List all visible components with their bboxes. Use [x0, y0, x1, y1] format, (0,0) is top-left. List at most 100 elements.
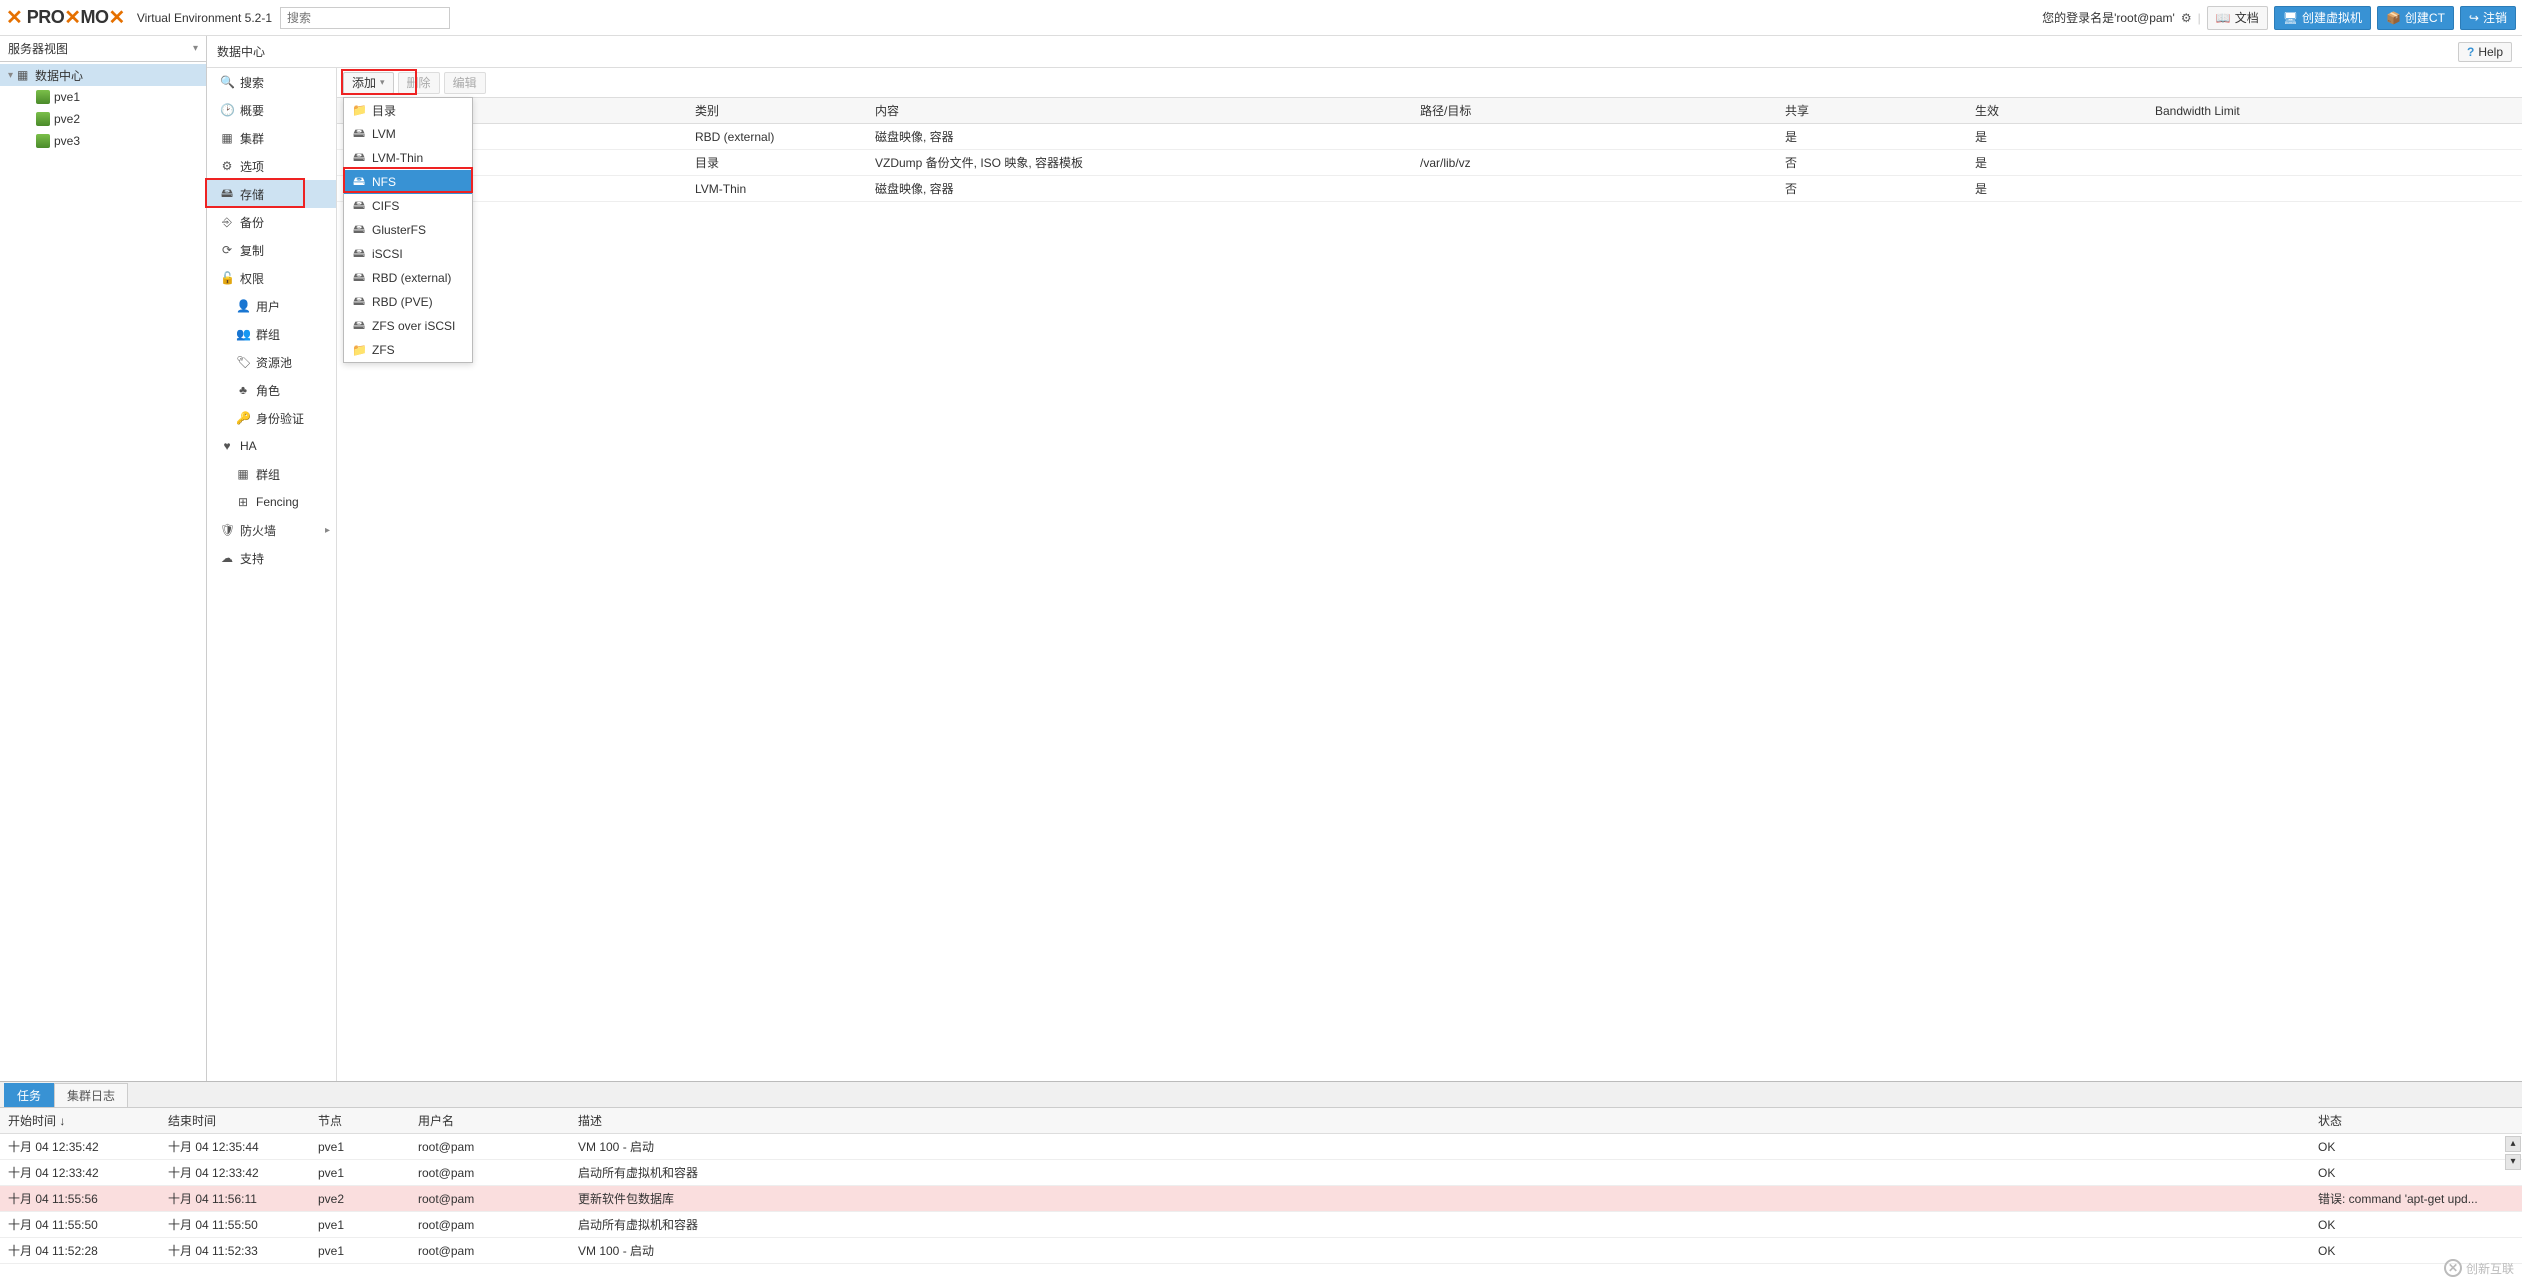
cube-icon: 📦	[2386, 11, 2401, 25]
cfg-icon: 🛡	[220, 523, 234, 537]
cfg-icon: 👤	[236, 299, 250, 313]
cfg-icon: ⟳	[220, 243, 234, 257]
cfg-icon: ♥	[220, 439, 234, 453]
cfg-item-4[interactable]: 🖴存储	[207, 180, 336, 208]
log-col-user[interactable]: 用户名	[410, 1112, 570, 1129]
scroll-up-icon[interactable]: ▴	[2505, 1136, 2521, 1152]
add-menu-目录[interactable]: 📁目录	[344, 98, 472, 122]
storage-type-icon: 🖴	[352, 124, 366, 145]
storage-row[interactable]: LVM-Thin磁盘映像, 容器否是	[337, 176, 2522, 202]
cfg-label: 集群	[240, 130, 264, 147]
log-row[interactable]: 十月 04 12:33:42十月 04 12:33:42pve1root@pam…	[0, 1160, 2522, 1186]
create-ct-button[interactable]: 📦创建CT	[2377, 6, 2454, 30]
cfg-icon: 🖴	[220, 184, 234, 205]
cfg-icon: 🏷	[236, 355, 250, 369]
log-col-start[interactable]: 开始时间 ↓	[0, 1112, 160, 1129]
col-content[interactable]: 内容	[867, 102, 1412, 119]
tab-cluster-log[interactable]: 集群日志	[54, 1083, 128, 1107]
cfg-icon: ⚙	[220, 159, 234, 173]
storage-type-icon: 🖴	[352, 268, 366, 289]
col-bw[interactable]: Bandwidth Limit	[2147, 104, 2522, 118]
log-col-status[interactable]: 状态	[2310, 1112, 2522, 1129]
cfg-item-15[interactable]: ⊞Fencing	[207, 488, 336, 516]
gear-icon[interactable]: ⚙	[2181, 11, 2192, 25]
tree-node-pve3[interactable]: pve3	[0, 130, 206, 152]
cfg-label: 角色	[256, 382, 280, 399]
cfg-icon: 👥	[236, 327, 250, 341]
tree-node-label: pve2	[54, 112, 80, 126]
storage-type-icon: 🖴	[352, 316, 366, 337]
log-col-desc[interactable]: 描述	[570, 1112, 2310, 1129]
create-vm-button[interactable]: 🖥创建虚拟机	[2274, 6, 2371, 30]
cfg-item-9[interactable]: 👥群组	[207, 320, 336, 348]
col-type[interactable]: 类别	[687, 102, 867, 119]
cfg-item-16[interactable]: 🛡防火墙▸	[207, 516, 336, 544]
cfg-item-13[interactable]: ♥ HA	[207, 432, 336, 460]
cfg-item-8[interactable]: 👤用户	[207, 292, 336, 320]
tree-node-label: pve3	[54, 134, 80, 148]
cfg-item-6[interactable]: ⟳复制	[207, 236, 336, 264]
tree-node-label: pve1	[54, 90, 80, 104]
cfg-label: 搜索	[240, 74, 264, 91]
storage-type-icon: 🖴	[352, 196, 366, 217]
cfg-item-12[interactable]: 🔑 身份验证	[207, 404, 336, 432]
tab-tasks[interactable]: 任务	[4, 1083, 54, 1107]
add-menu-zfs[interactable]: 📁ZFS	[344, 338, 472, 362]
view-selector[interactable]: 服务器视图 ▾	[0, 36, 206, 62]
log-row[interactable]: 十月 04 11:55:50十月 04 11:55:50pve1root@pam…	[0, 1212, 2522, 1238]
log-col-node[interactable]: 节点	[310, 1112, 410, 1129]
cfg-item-1[interactable]: 🕑概要	[207, 96, 336, 124]
storage-row[interactable]: RBD (external)磁盘映像, 容器是是	[337, 124, 2522, 150]
docs-button[interactable]: 📖文档	[2207, 6, 2268, 30]
add-menu-label: 目录	[372, 102, 396, 119]
add-menu-lvm[interactable]: 🖴 LVM	[344, 122, 472, 146]
add-menu-cifs[interactable]: 🖴CIFS	[344, 194, 472, 218]
col-path[interactable]: 路径/目标	[1412, 102, 1777, 119]
cfg-label: 群组	[256, 466, 280, 483]
cfg-label: 资源池	[256, 354, 292, 371]
cfg-item-11[interactable]: ♣角色	[207, 376, 336, 404]
search-input[interactable]	[280, 7, 450, 29]
chevron-down-icon: ▾	[193, 43, 198, 54]
storage-row[interactable]: 目录VZDump 备份文件, ISO 映象, 容器模板/var/lib/vz否是	[337, 150, 2522, 176]
logout-button[interactable]: ↪注销	[2460, 6, 2516, 30]
add-menu-rbd-(pve)[interactable]: 🖴RBD (PVE)	[344, 290, 472, 314]
add-button[interactable]: 添加▾	[343, 72, 394, 94]
add-menu-glusterfs[interactable]: 🖴GlusterFS	[344, 218, 472, 242]
cfg-icon: 🕑	[220, 103, 234, 117]
add-menu-iscsi[interactable]: 🖴iSCSI	[344, 242, 472, 266]
tree-node-pve2[interactable]: pve2	[0, 108, 206, 130]
edit-button[interactable]: 编辑	[444, 72, 486, 94]
cfg-label: 身份验证	[256, 410, 304, 427]
cfg-item-7[interactable]: 🔓权限	[207, 264, 336, 292]
logo: ✕ PRO✕MO✕	[6, 5, 125, 30]
add-menu-lvm-thin[interactable]: 🖴LVM-Thin	[344, 146, 472, 170]
log-row[interactable]: 十月 04 11:55:56十月 04 11:56:11pve2root@pam…	[0, 1186, 2522, 1212]
cfg-item-10[interactable]: 🏷 资源池	[207, 348, 336, 376]
cfg-item-2[interactable]: ▦集群	[207, 124, 336, 152]
log-row[interactable]: 十月 04 11:52:28十月 04 11:52:33pve1root@pam…	[0, 1238, 2522, 1264]
col-enabled[interactable]: 生效	[1967, 102, 2147, 119]
cfg-label: HA	[240, 439, 257, 453]
cfg-item-14[interactable]: ▦群组	[207, 460, 336, 488]
cfg-item-3[interactable]: ⚙选项	[207, 152, 336, 180]
add-menu-zfs-over-iscsi[interactable]: 🖴ZFS over iSCSI	[344, 314, 472, 338]
log-col-end[interactable]: 结束时间	[160, 1112, 310, 1129]
storage-type-icon: 🖴	[352, 244, 366, 265]
cfg-icon: 🔑	[236, 411, 250, 425]
cfg-item-5[interactable]: ⎆备份	[207, 208, 336, 236]
log-row[interactable]: 十月 04 12:35:42十月 04 12:35:44pve1root@pam…	[0, 1134, 2522, 1160]
add-menu-nfs[interactable]: 🖴NFS	[344, 170, 472, 194]
cfg-label: 防火墙	[240, 522, 276, 539]
col-shared[interactable]: 共享	[1777, 102, 1967, 119]
add-menu-label: LVM	[372, 127, 396, 141]
remove-button[interactable]: 删除	[398, 72, 440, 94]
tree-datacenter[interactable]: ▾ ▦ 数据中心	[0, 64, 206, 86]
add-menu-rbd-(external)[interactable]: 🖴RBD (external)	[344, 266, 472, 290]
help-button[interactable]: ? Help	[2458, 42, 2512, 62]
cfg-item-17[interactable]: ☁支持	[207, 544, 336, 572]
tree-node-pve1[interactable]: pve1	[0, 86, 206, 108]
cfg-item-0[interactable]: 🔍搜索	[207, 68, 336, 96]
server-icon	[36, 134, 50, 148]
scroll-down-icon[interactable]: ▾	[2505, 1154, 2521, 1170]
